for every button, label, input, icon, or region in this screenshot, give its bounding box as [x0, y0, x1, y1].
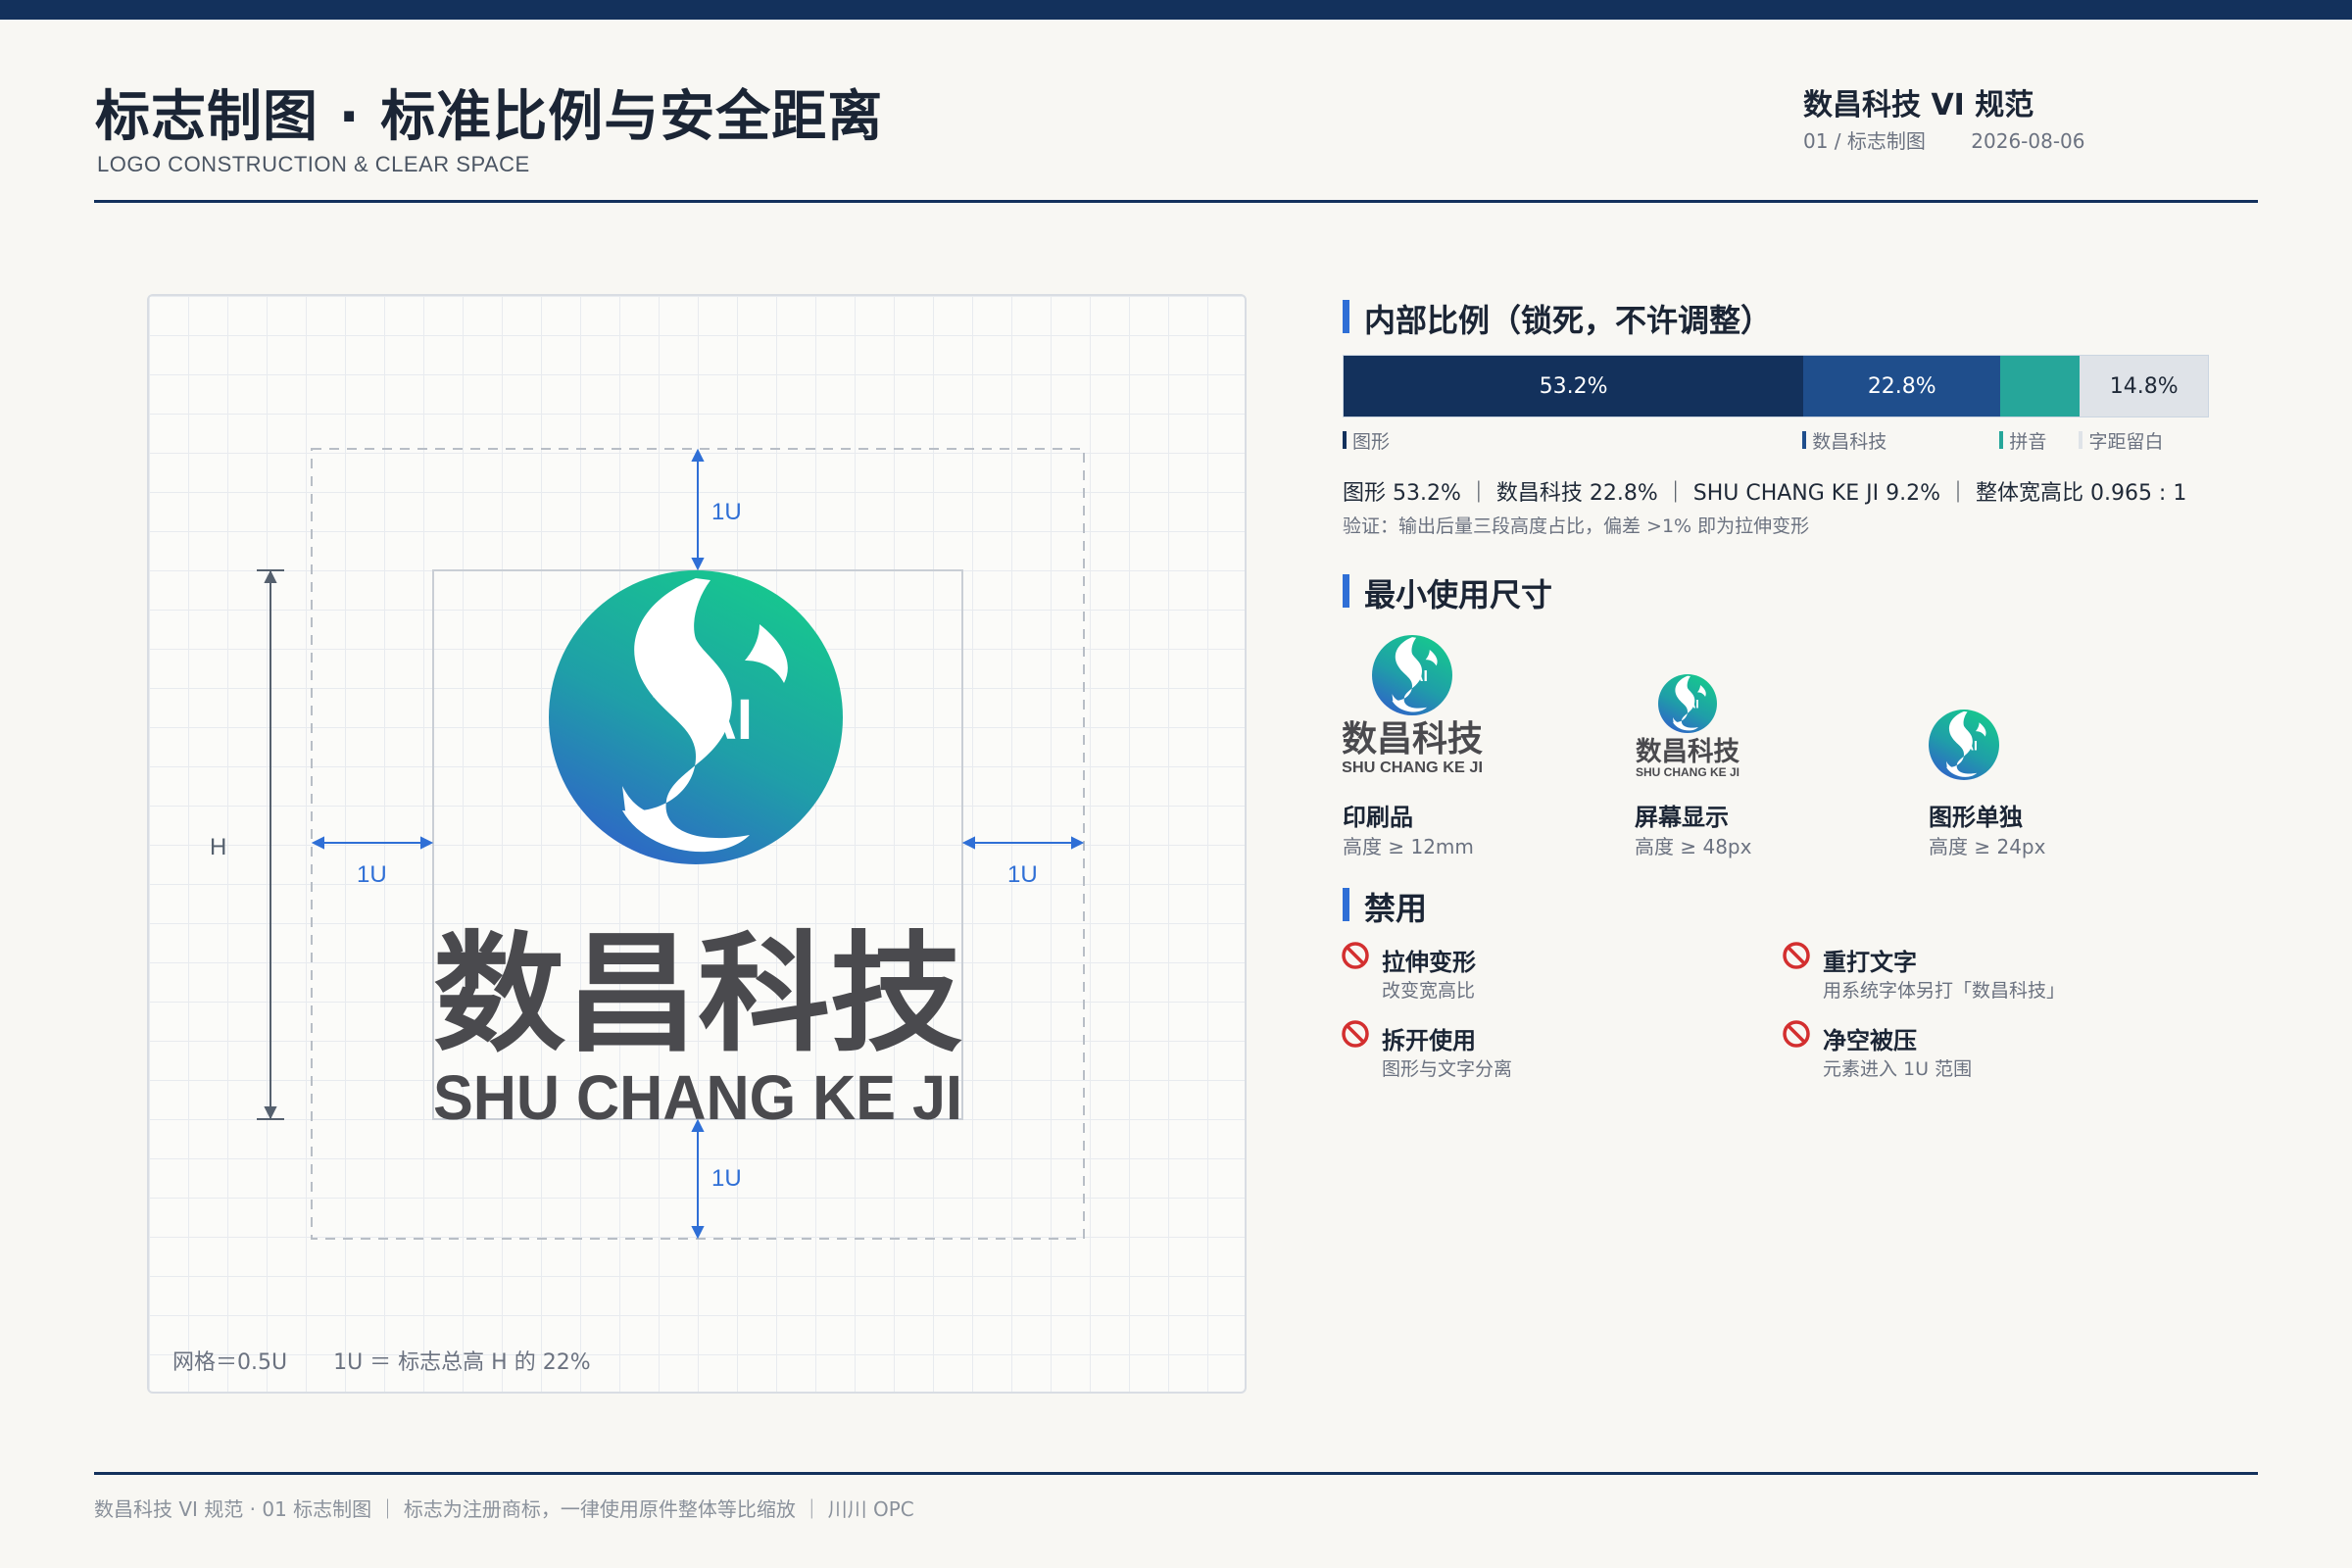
dim-right — [961, 836, 1085, 850]
top-accent-bar — [0, 0, 2352, 20]
ratio-legend-swatch — [1802, 431, 1807, 449]
ban-name-split: 拆开使用 — [1382, 1027, 1476, 1054]
logo-mark — [549, 570, 843, 864]
construction-diagram: 数昌科技 SHU CHANG KE JI 1U 1U 1U 1U H — [210, 448, 1085, 1240]
ban-name-clearspace: 净空被压 — [1823, 1027, 1917, 1054]
min-size-name-screen: 屏幕显示 — [1635, 804, 1729, 831]
section-label: 01 / 标志制图 — [1803, 129, 1926, 153]
ratio-legend-swatch — [2079, 431, 2083, 449]
ban-desc-split: 图形与文字分离 — [1382, 1058, 1513, 1080]
svg-text:SHU CHANG KE JI: SHU CHANG KE JI — [1636, 765, 1740, 779]
logo-cn-text: 数昌科技 — [433, 919, 962, 1070]
ratio-legend-item: 图形 — [1352, 431, 1391, 453]
ban-icon — [1782, 941, 1811, 974]
footer-text: 数昌科技 VI 规范 · 01 标志制图 ｜ 标志为注册商标，一律使用原件整体等… — [94, 1497, 914, 1521]
grid-note: 网格＝0.5U — [172, 1350, 288, 1375]
min-size-section-title: 最小使用尺寸 — [1343, 570, 1552, 615]
footer-divider — [94, 1472, 2258, 1475]
ban-name-stretch: 拉伸变形 — [1382, 949, 1476, 976]
date-label: 2026-08-06 — [1971, 129, 2085, 153]
svg-text:SHU CHANG KE JI: SHU CHANG KE JI — [1343, 760, 1483, 776]
dim-left-label: 1U — [357, 861, 387, 888]
dim-height — [257, 569, 284, 1120]
min-size-req-screen: 高度 ≥ 48px — [1635, 835, 1752, 858]
ratio-section-title: 内部比例（锁死，不许调整） — [1343, 296, 1772, 341]
dim-left — [311, 836, 434, 850]
ratio-segment — [2000, 356, 2081, 416]
ratio-legend-swatch — [1343, 431, 1347, 449]
min-size-req-mark: 高度 ≥ 24px — [1929, 835, 2046, 858]
ratio-segment: 14.8% — [2080, 356, 2208, 416]
ban-desc-retype: 用系统字体另打「数昌科技」 — [1823, 980, 2066, 1002]
ban-desc-clearspace: 元素进入 1U 范围 — [1823, 1058, 1973, 1080]
min-size-req-print: 高度 ≥ 12mm — [1343, 835, 1474, 858]
dim-top-label: 1U — [711, 499, 742, 525]
dim-bottom-label: 1U — [711, 1165, 742, 1192]
ratio-legend-swatch — [1999, 431, 2004, 449]
ban-icon — [1341, 1019, 1370, 1053]
ban-icon — [1341, 941, 1370, 974]
ratio-legend-item: 拼音 — [2009, 431, 2047, 453]
min-size-name-print: 印刷品 — [1343, 804, 1413, 831]
header-divider — [94, 200, 2258, 203]
ban-name-retype: 重打文字 — [1823, 949, 1917, 976]
dim-right-label: 1U — [1007, 861, 1038, 888]
brand-spec-name: 数昌科技 VI 规范 — [1803, 88, 2034, 122]
ratio-legend: 图形 数昌科技 拼音 字距留白 — [1343, 427, 2207, 457]
dim-height-label: H — [210, 834, 226, 860]
min-size-sample-mark — [1927, 708, 2001, 782]
min-size-name-mark: 图形单独 — [1929, 804, 2023, 831]
min-size-sample-print: 数昌科技 SHU CHANG KE JI — [1342, 631, 1490, 778]
ratio-segment: 22.8% — [1803, 356, 2001, 416]
ban-icon — [1782, 1019, 1811, 1053]
dim-bottom — [691, 1118, 705, 1240]
page-title: 标志制图 · 标准比例与安全距离 — [95, 85, 884, 149]
ratio-summary: 图形 53.2% ｜ 数昌科技 22.8% ｜ SHU CHANG KE JI … — [1343, 481, 2187, 506]
ratio-legend-item: 数昌科技 — [1812, 431, 1887, 453]
ratio-segment: 53.2% — [1344, 356, 1804, 416]
ratio-bar: 53.2% 22.8% 14.8% — [1343, 355, 2209, 417]
ratio-legend-item: 字距留白 — [2088, 431, 2164, 453]
ratio-verify-note: 验证：输出后量三段高度占比，偏差 >1% 即为拉伸变形 — [1343, 515, 1810, 537]
unit-note: 1U ＝ 标志总高 H 的 22% — [333, 1350, 591, 1375]
min-size-sample-screen: 数昌科技 SHU CHANG KE JI — [1635, 672, 1742, 780]
construction-panel: 数昌科技 SHU CHANG KE JI 1U 1U 1U 1U H 网格＝0.… — [147, 294, 1247, 1394]
svg-text:数昌科技: 数昌科技 — [1343, 719, 1483, 760]
panel-notes: 网格＝0.5U 1U ＝ 标志总高 H 的 22% — [172, 1345, 630, 1376]
page-meta: 01 / 标志制图 2026-08-06 — [1803, 125, 2125, 154]
forbidden-section-title: 禁用 — [1343, 884, 1427, 929]
ban-desc-stretch: 改变宽高比 — [1382, 980, 1476, 1002]
svg-text:数昌科技: 数昌科技 — [1636, 737, 1740, 767]
page-subtitle: LOGO CONSTRUCTION & CLEAR SPACE — [97, 152, 530, 176]
dim-top — [691, 448, 705, 571]
